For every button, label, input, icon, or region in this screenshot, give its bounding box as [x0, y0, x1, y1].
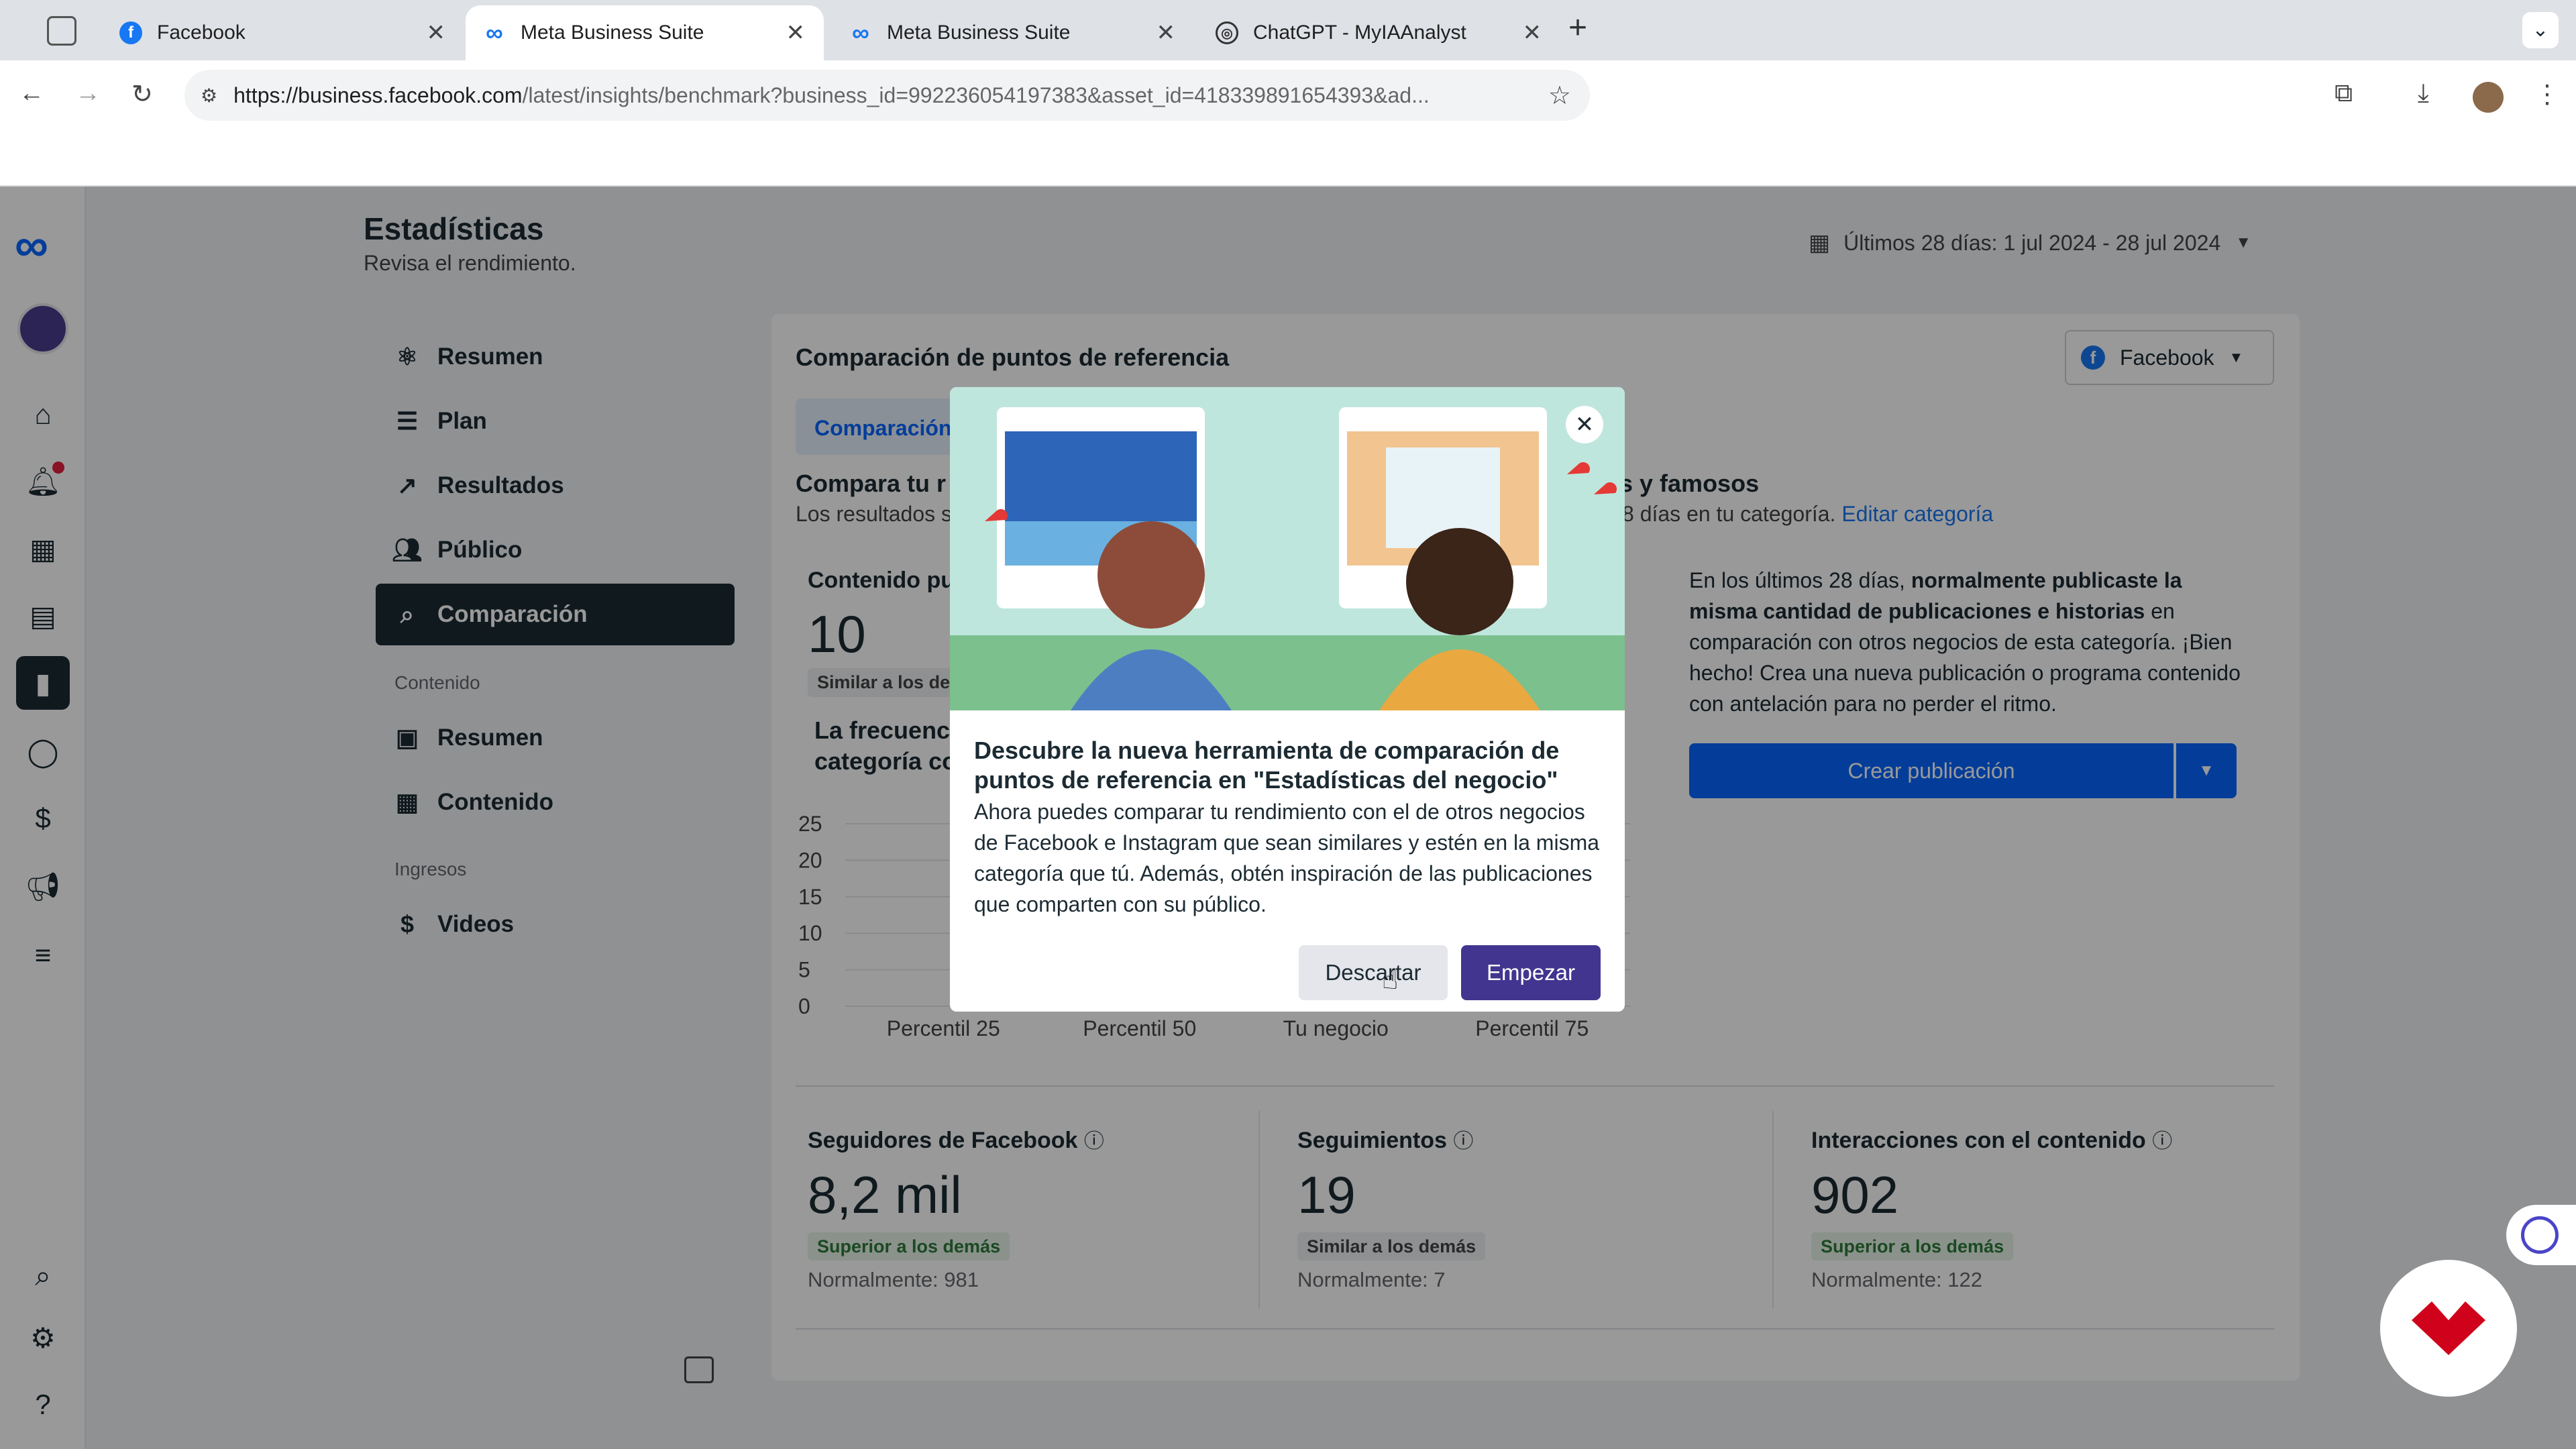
download-icon[interactable]: ⤓	[2418, 79, 2429, 108]
dismiss-label: Descartar	[1325, 960, 1421, 985]
browser-tab-chatgpt[interactable]: ◎ ChatGPT - MyIAAnalyst ✕	[1198, 5, 1560, 60]
tab-label: Meta Business Suite	[521, 21, 704, 44]
assistant-bubble-icon[interactable]	[2506, 1205, 2576, 1265]
browser-menu-icon[interactable]: ⋮	[2534, 79, 2560, 109]
brand-logo-button[interactable]	[2380, 1260, 2517, 1397]
benchmark-intro-modal: ✕ Descubre la nueva herramienta de compa…	[950, 387, 1625, 1012]
modal-title: Descubre la nueva herramienta de compara…	[974, 737, 1560, 794]
site-settings-icon[interactable]: ⚙	[201, 85, 217, 107]
close-tab-icon[interactable]: ✕	[1157, 19, 1176, 46]
back-arrow-icon[interactable]: ←	[19, 79, 44, 108]
forward-arrow-icon[interactable]: →	[75, 79, 101, 108]
tab-list-chevron-icon[interactable]: ⌄	[2522, 12, 2559, 48]
url-path: /latest/insights/benchmark?business_id=9…	[522, 83, 1430, 107]
assistant-face-icon	[2521, 1216, 2559, 1254]
dismiss-button[interactable]: Descartar	[1299, 945, 1448, 1000]
modal-illustration	[950, 387, 1625, 710]
bookmark-star-icon[interactable]: ☆	[1548, 80, 1571, 111]
meta-favicon-icon: ∞	[852, 19, 869, 46]
browser-tab-facebook[interactable]: f Facebook ✕	[102, 5, 464, 60]
start-label: Empezar	[1486, 960, 1576, 985]
url-host: https://business.facebook.com	[233, 83, 523, 107]
start-button[interactable]: Empezar	[1461, 945, 1601, 1000]
profile-avatar[interactable]	[2473, 82, 2504, 113]
new-tab-button[interactable]: +	[1568, 9, 1587, 46]
tab-label: Facebook	[157, 21, 246, 44]
meta-favicon-icon: ∞	[486, 19, 503, 46]
extensions-icon[interactable]: ⧉	[2334, 79, 2353, 108]
address-bar[interactable]: ⚙ https://business.facebook.com/latest/i…	[184, 70, 1590, 121]
close-tab-icon[interactable]: ✕	[786, 19, 806, 46]
chatgpt-favicon-icon: ◎	[1216, 21, 1238, 44]
reload-icon[interactable]: ↻	[131, 79, 153, 109]
close-tab-icon[interactable]: ✕	[427, 19, 446, 46]
browser-tab-meta-active[interactable]: ∞ Meta Business Suite ✕	[466, 5, 824, 60]
facebook-favicon-icon: f	[119, 21, 142, 44]
tab-label: ChatGPT - MyIAAnalyst	[1253, 21, 1466, 44]
modal-close-button[interactable]: ✕	[1566, 406, 1603, 443]
modal-body: Ahora puedes comparar tu rendimiento con…	[974, 800, 1600, 916]
browser-tab-meta[interactable]: ∞ Meta Business Suite ✕	[832, 5, 1194, 60]
mouse-cursor-icon: ☝︎	[1382, 965, 1399, 995]
tab-label: Meta Business Suite	[887, 21, 1071, 44]
bookmarks-bar	[0, 125, 2576, 186]
tab-search-icon[interactable]	[47, 16, 76, 46]
close-tab-icon[interactable]: ✕	[1523, 19, 1542, 46]
brand-logo-icon	[2412, 1301, 2485, 1355]
